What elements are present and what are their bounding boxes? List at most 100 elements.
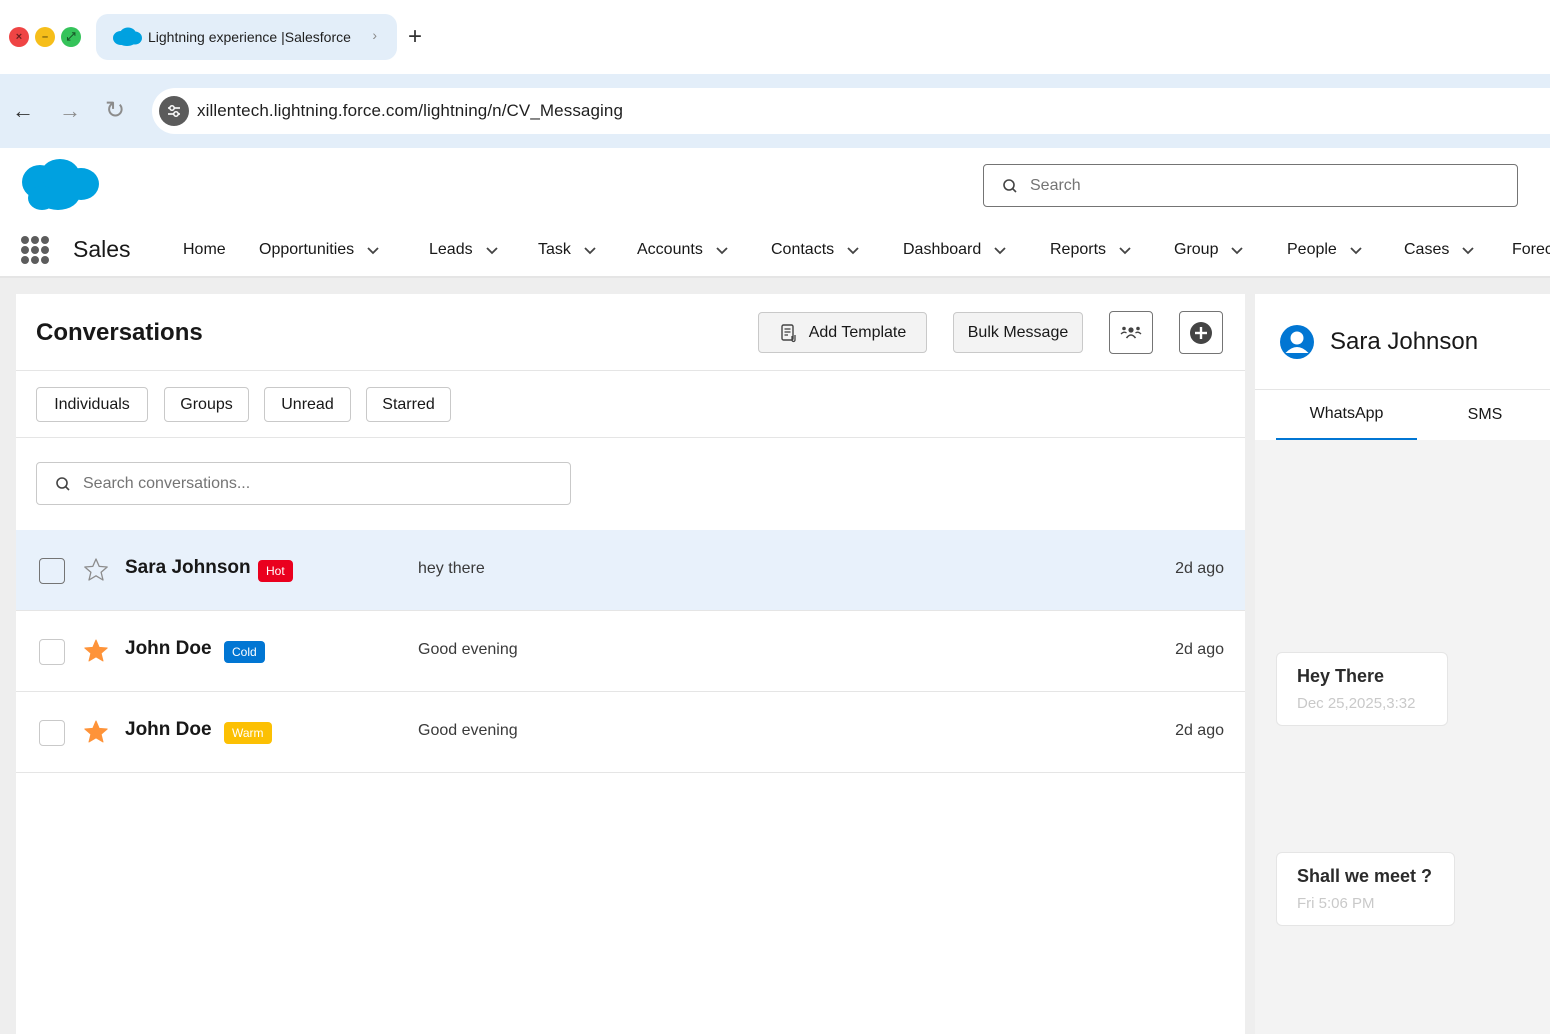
contact-name: Sara Johnson <box>125 557 251 578</box>
message-timestamp: Fri 5:06 PM <box>1297 895 1375 912</box>
last-message: Good evening <box>418 722 518 739</box>
site-settings-icon[interactable] <box>159 96 189 126</box>
close-window-button[interactable]: × <box>9 27 29 47</box>
browser-address-bar: ← → ↻ xillentech.lightning.force.com/lig… <box>0 74 1550 148</box>
status-badge: Cold <box>224 641 265 663</box>
nav-item-leads[interactable]: Leads <box>429 241 499 259</box>
url-text: xillentech.lightning.force.com/lightning… <box>197 101 624 120</box>
nav-item-task[interactable]: Task <box>538 241 597 259</box>
divider <box>16 370 1245 371</box>
app-launcher-icon[interactable] <box>21 236 49 264</box>
chevron-right-icon: › <box>372 27 377 43</box>
chevron-down-icon[interactable] <box>846 243 860 257</box>
contact-name: John Doe <box>125 719 212 740</box>
filter-groups[interactable]: Groups <box>164 387 249 422</box>
last-message: Good evening <box>418 641 518 658</box>
group-icon <box>1120 326 1142 339</box>
browser-tab-active[interactable]: Lightning experience |Salesforce › <box>96 14 397 60</box>
star-filled-icon[interactable] <box>83 719 109 745</box>
chat-channel-tabs: WhatsApp SMS <box>1255 390 1550 440</box>
divider <box>16 437 1245 438</box>
filter-starred[interactable]: Starred <box>366 387 451 422</box>
bulk-message-button[interactable]: Bulk Message <box>953 312 1083 353</box>
filter-unread[interactable]: Unread <box>264 387 351 422</box>
filter-individuals[interactable]: Individuals <box>36 387 148 422</box>
message-time: 2d ago <box>1175 560 1224 577</box>
conversation-row[interactable]: John Doe Warm Good evening 2d ago <box>16 692 1245 773</box>
row-checkbox[interactable] <box>39 720 65 746</box>
nav-item-label: Task <box>538 241 571 258</box>
nav-item-contacts[interactable]: Contacts <box>771 241 860 259</box>
conversation-row[interactable]: Sara Johnson Hot hey there 2d ago <box>16 530 1245 611</box>
salesforce-logo[interactable] <box>20 156 100 214</box>
contact-name: John Doe <box>125 638 212 659</box>
maximize-window-button[interactable]: ⤢ <box>61 27 81 47</box>
reload-icon[interactable]: ↻ <box>105 96 125 126</box>
chevron-down-icon[interactable] <box>1461 243 1475 257</box>
add-template-button[interactable]: Add Template <box>758 312 927 353</box>
nav-item-forec[interactable]: Forec <box>1512 241 1550 259</box>
salesforce-cloud-icon <box>113 27 142 46</box>
new-group-button[interactable] <box>1109 311 1153 354</box>
nav-item-people[interactable]: People <box>1287 241 1363 259</box>
last-message: hey there <box>418 560 485 577</box>
chevron-down-icon[interactable] <box>1349 243 1363 257</box>
row-checkbox[interactable] <box>39 639 65 665</box>
nav-item-reports[interactable]: Reports <box>1050 241 1132 259</box>
row-checkbox[interactable] <box>39 558 65 584</box>
nav-item-label: Cases <box>1404 241 1450 258</box>
message-time: 2d ago <box>1175 722 1224 739</box>
conversation-search-input[interactable] <box>83 474 543 493</box>
global-search-input[interactable] <box>1030 176 1490 195</box>
new-tab-button[interactable]: + <box>408 22 422 52</box>
chevron-down-icon[interactable] <box>993 243 1007 257</box>
message-timestamp: Dec 25,2025,3:32 <box>1297 695 1416 712</box>
nav-item-dashboard[interactable]: Dashboard <box>903 241 1007 259</box>
browser-tab-bar: × – ⤢ Lightning experience |Salesforce ›… <box>0 0 1550 74</box>
back-arrow-icon[interactable]: ← <box>12 96 34 126</box>
app-name: Sales <box>73 236 131 262</box>
message-bubble: Shall we meet ? Fri 5:06 PM <box>1276 852 1455 926</box>
template-icon <box>781 323 796 342</box>
nav-item-cases[interactable]: Cases <box>1404 241 1475 259</box>
forward-arrow-icon[interactable]: → <box>59 96 81 126</box>
chevron-down-icon[interactable] <box>715 243 729 257</box>
conversation-row[interactable]: John Doe Cold Good evening 2d ago <box>16 611 1245 692</box>
status-badge: Warm <box>224 722 272 744</box>
nav-item-home[interactable]: Home <box>183 241 226 259</box>
tab-whatsapp[interactable]: WhatsApp <box>1276 390 1417 440</box>
app-navigation: Sales Home Opportunities Leads Task Accounts… <box>0 226 1550 278</box>
nav-item-label: Home <box>183 241 226 258</box>
conversations-panel: Conversations Add Template Bulk Message <box>16 294 1245 1034</box>
star-outline-icon[interactable] <box>83 557 109 583</box>
star-filled-icon[interactable] <box>83 638 109 664</box>
nav-item-label: Contacts <box>771 241 835 258</box>
message-text: Shall we meet ? <box>1297 866 1433 886</box>
new-conversation-button[interactable] <box>1179 311 1223 354</box>
tab-sms[interactable]: SMS <box>1435 390 1535 440</box>
url-field[interactable]: xillentech.lightning.force.com/lightning… <box>152 88 1550 134</box>
nav-item-label: Accounts <box>637 241 703 258</box>
chat-panel: Sara Johnson WhatsApp SMS Hey There Dec … <box>1255 294 1550 1034</box>
nav-item-opportunities[interactable]: Opportunities <box>259 241 380 259</box>
message-text: Hey There <box>1297 666 1385 686</box>
nav-item-label: People <box>1287 241 1337 258</box>
nav-item-label: Opportunities <box>259 241 355 258</box>
nav-item-accounts[interactable]: Accounts <box>637 241 729 259</box>
nav-item-group[interactable]: Group <box>1174 241 1244 259</box>
message-time: 2d ago <box>1175 641 1224 658</box>
chevron-down-icon[interactable] <box>1118 243 1132 257</box>
nav-item-label: Forec <box>1512 241 1550 258</box>
salesforce-header <box>0 148 1550 226</box>
nav-item-label: Leads <box>429 241 473 258</box>
minimize-window-button[interactable]: – <box>35 27 55 47</box>
chevron-down-icon[interactable] <box>366 243 380 257</box>
avatar <box>1280 325 1314 359</box>
chevron-down-icon[interactable] <box>1230 243 1244 257</box>
chevron-down-icon[interactable] <box>583 243 597 257</box>
chevron-down-icon[interactable] <box>485 243 499 257</box>
conversation-search[interactable] <box>36 462 571 505</box>
chat-contact-name: Sara Johnson <box>1330 328 1479 355</box>
nav-item-label: Reports <box>1050 241 1107 258</box>
global-search[interactable] <box>983 164 1518 207</box>
